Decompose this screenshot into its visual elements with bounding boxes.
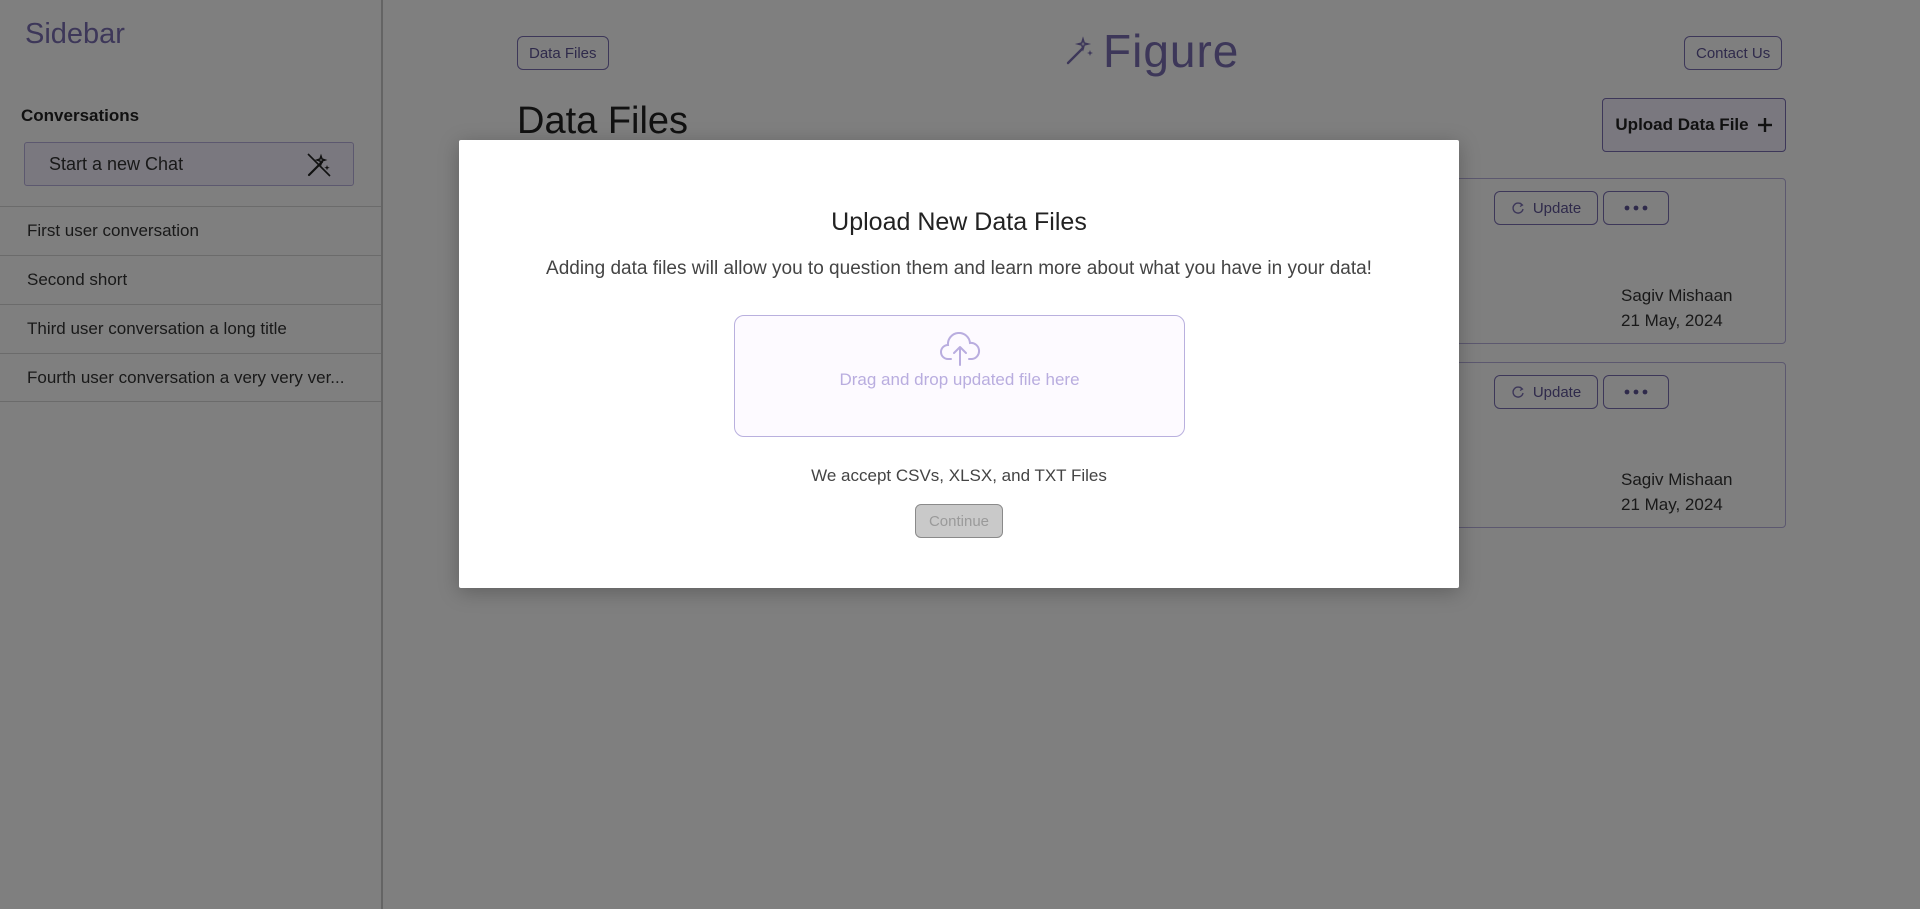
page-bottom-edge [0,909,1920,914]
upload-modal: Upload New Data Files Adding data files … [459,140,1459,588]
modal-description: Adding data files will allow you to ques… [546,258,1372,279]
continue-button[interactable]: Continue [915,504,1003,538]
accepted-formats: We accept CSVs, XLSX, and TXT Files [811,466,1107,485]
modal-title: Upload New Data Files [831,208,1087,236]
dropzone-text: Drag and drop updated file here [839,370,1080,389]
modal-backdrop[interactable]: Upload New Data Files Adding data files … [0,0,1920,909]
cloud-upload-icon [940,332,981,366]
app-root: Sidebar Conversations Start a new Chat F… [0,0,1920,914]
file-dropzone[interactable]: Drag and drop updated file here [734,315,1185,437]
